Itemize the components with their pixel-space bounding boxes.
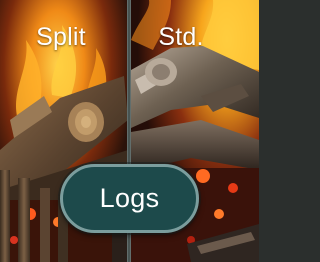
logs-button[interactable]: Logs <box>60 164 199 233</box>
panel-label-split: Split <box>36 23 86 51</box>
log-style-selector: Split Std. Logs <box>0 0 259 262</box>
panel-label-std: Std. <box>158 23 204 51</box>
